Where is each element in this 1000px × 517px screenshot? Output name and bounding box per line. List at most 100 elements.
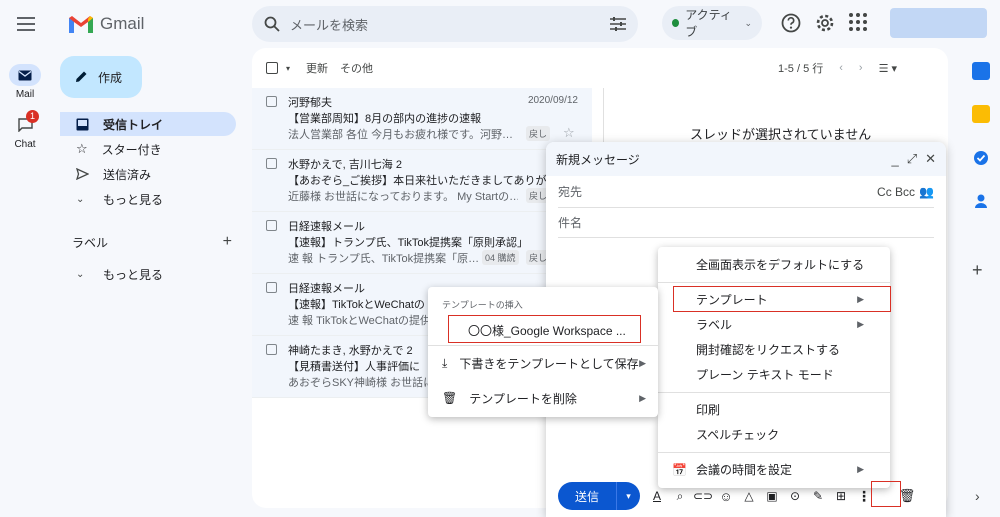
email-row[interactable]: 河野郁夫 2020/09/12 【営業部周知】8月の部内の進捗の速報 法人営業部… [252,88,592,150]
subject-field[interactable]: 件名 [558,208,934,238]
highlight-template-item [673,286,891,312]
layout-icon[interactable]: ⊞ [834,489,848,503]
menu-item-plain-text[interactable]: プレーン テキスト モード [658,362,890,387]
fullscreen-icon[interactable]: ⤢ [907,151,917,167]
account-button[interactable] [890,8,987,38]
row-checkbox[interactable] [266,158,277,169]
sidebar-item-more[interactable]: ⌄ もっと見る [60,187,236,211]
menu-item-label: プレーン テキスト モード [696,368,834,382]
cc-bcc-button[interactable]: Cc Bcc [877,185,915,199]
delete-template[interactable]: 🗑 テンプレートを削除 ▶ [428,385,658,411]
prev-page-icon[interactable]: ‹ [839,62,843,74]
send-button[interactable]: 送信 ▾ [558,482,640,510]
to-field[interactable]: 宛先 Cc Bcc 👥 [558,176,934,208]
menu-item-fullscreen-default[interactable]: 全画面表示をデフォルトにする [658,252,890,277]
gmail-logo[interactable]: Gmail [68,12,144,36]
sidebar-item-starred[interactable]: ☆ スター付き [60,137,236,161]
more-options-menu: 全画面表示をデフォルトにする テンプレート ▶ ラベル ▶ 開封確認をリクエストする… [658,247,890,488]
email-row[interactable]: 日経速報メール 2020 【速報】トランプ氏、TikTok提携案「原則承認」 速… [252,212,592,274]
label-chip: 04 購読 [482,250,519,265]
add-contact-icon[interactable]: 👥 [919,185,934,199]
sidebar-item-sent[interactable]: 送信済み [60,162,236,186]
trash-icon: 🗑 [442,391,458,405]
labels-header: ラベル + [72,233,232,251]
chevron-right-icon[interactable]: › [975,488,980,504]
menu-separator [658,392,890,393]
calendar-app-icon[interactable] [972,62,990,80]
save-draft-as-template[interactable]: ⤓ 下書きをテンプレートとして保存 ▶ [428,350,658,376]
contacts-app-icon[interactable] [972,192,990,210]
search-input[interactable]: メールを検索 [290,15,610,34]
calendar-icon: 📅 [672,463,687,477]
next-page-icon[interactable]: › [859,62,863,74]
row-checkbox[interactable] [266,220,277,231]
keep-app-icon[interactable] [972,105,990,123]
compose-label: 作成 [98,70,123,85]
minimize-icon[interactable]: _ [891,152,898,167]
menu-item-read-receipt[interactable]: 開封確認をリクエストする [658,337,890,362]
link-icon[interactable]: ⊂⊃ [693,489,713,503]
chevron-right-icon: ▶ [639,392,646,403]
add-app-icon[interactable]: + [972,260,983,281]
search-filter-icon[interactable] [610,17,626,31]
main-menu-icon[interactable] [14,12,38,36]
select-all-checkbox[interactable] [266,62,278,74]
tasks-app-icon[interactable] [972,149,990,167]
gear-icon[interactable] [814,12,836,34]
pagination: 1-5 / 5 行 ‹ › ☰ ▾ [778,56,897,80]
emoji-icon[interactable]: ☺ [719,489,733,504]
sidebar-item-inbox[interactable]: 受信トレイ [60,112,236,136]
menu-separator [428,345,658,346]
labels-more-label: もっと見る [103,267,164,282]
add-label-button[interactable]: + [223,233,232,251]
highlight-template-insert [448,315,641,343]
menu-separator [658,452,890,453]
close-icon[interactable]: ✕ [925,151,936,167]
template-submenu: テンプレートの挿入 〇〇様_Google Workspace ... ⤓ 下書き… [428,287,658,417]
labels-heading: ラベル [72,235,109,250]
rail-chat[interactable]: 1 Chat [8,110,42,150]
chevron-down-icon[interactable]: ▾ [286,64,290,73]
apps-grid-icon[interactable] [848,12,868,32]
rail-mail[interactable]: Mail [8,64,42,100]
status-selector[interactable]: アクティブ ⌄ [662,6,762,40]
labels-more[interactable]: ⌄ もっと見る [60,262,236,286]
menu-item-label-sub[interactable]: ラベル ▶ [658,312,890,337]
search-bar[interactable]: メールを検索 [252,6,638,42]
format-text-icon[interactable]: A [650,489,664,503]
schedule-send-button[interactable]: ▾ [616,482,640,510]
gmail-m-icon [69,16,93,33]
lock-icon[interactable]: ⊙ [788,489,802,503]
drive-icon[interactable]: △ [742,489,756,503]
menu-item-label: 会議の時間を設定 [696,463,793,477]
save-icon: ⤓ [442,355,448,370]
more-options-icon[interactable]: ⋮ [857,488,871,504]
search-icon[interactable] [264,16,280,32]
row-checkbox[interactable] [266,344,277,355]
menu-item-label: スペルチェック [696,428,780,442]
chevron-right-icon: ▶ [639,357,646,368]
more-actions-button[interactable]: その他 [340,60,373,76]
density-icon[interactable]: ☰ ▾ [879,62,897,75]
rail-chat-label: Chat [14,139,36,150]
menu-item-label: ラベル [696,318,733,332]
email-row[interactable]: 水野かえで, 吉川七海 2 20 【あおぞら_ご挨拶】本日来社いただきましてあり… [252,150,592,212]
trash-icon[interactable]: 🗑 [899,488,916,503]
help-icon[interactable] [780,12,802,34]
row-checkbox[interactable] [266,282,277,293]
menu-item-spellcheck[interactable]: スペルチェック [658,422,890,447]
row-checkbox[interactable] [266,96,277,107]
email-snippet: 近藤様 お世話になっております。 My Startの… [288,191,518,203]
chevron-down-icon: ▾ [626,490,631,501]
menu-item-meeting-time[interactable]: 📅 会議の時間を設定 ▶ [658,457,890,482]
menu-item-print[interactable]: 印刷 [658,397,890,422]
refresh-button[interactable]: 更新 [306,60,328,76]
star-icon[interactable]: ☆ [563,125,575,141]
email-sender: 神崎たまき, 水野かえで 2 [288,345,413,357]
email-sender: 日経速報メール [288,283,365,295]
signature-icon[interactable]: ✎ [811,489,825,503]
compose-button[interactable]: 作成 [60,56,142,98]
email-sender: 水野かえで, 吉川七海 2 [288,159,402,171]
photo-icon[interactable]: ▣ [765,489,779,503]
attach-icon[interactable]: ⌕ [673,489,687,503]
